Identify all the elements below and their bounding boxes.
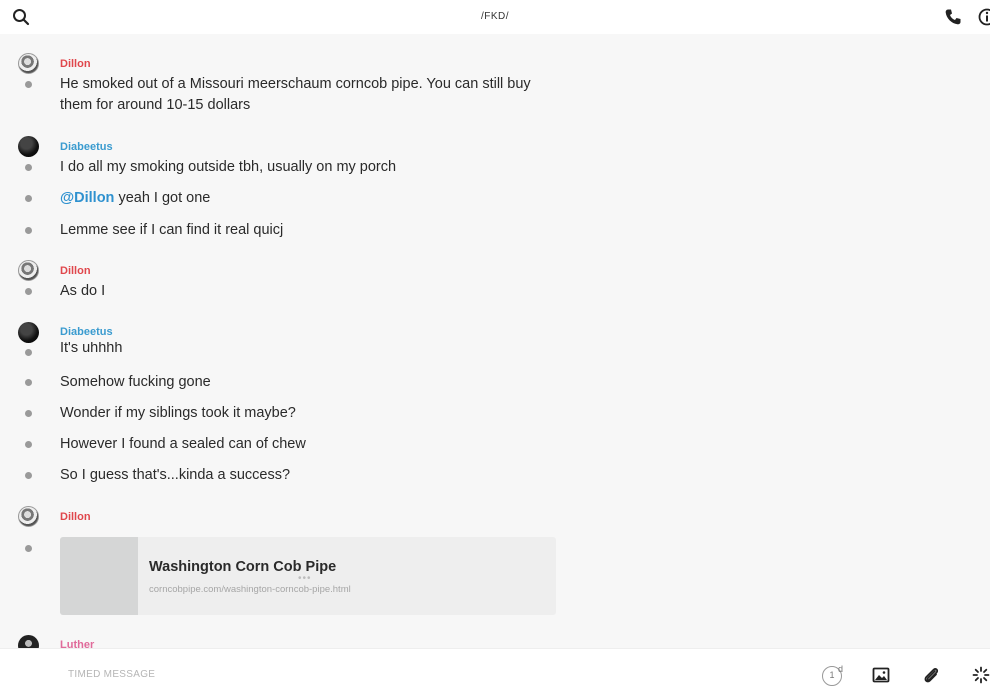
message-status-dot [25, 441, 32, 448]
message-status-dot [25, 545, 32, 552]
message-status-dot [25, 379, 32, 386]
message-status-dot [25, 288, 32, 295]
message-status-dot [25, 349, 32, 356]
avatar[interactable] [18, 260, 39, 281]
message-text[interactable]: Somehow fucking gone [60, 372, 211, 393]
conversation-title: /FKD/ [480, 11, 510, 22]
message-status-dot [25, 81, 32, 88]
message-text[interactable]: As do I [60, 281, 105, 302]
message-status-dot [25, 472, 32, 479]
message-text[interactable]: He smoked out of a Missouri meerschaum c… [60, 74, 531, 116]
sender-name[interactable]: Dillon [60, 511, 91, 523]
message-text[interactable]: However I found a sealed can of chew [60, 434, 306, 455]
message-text[interactable]: Lemme see if I can find it real quicj [60, 220, 283, 241]
sender-name[interactable]: Dillon [60, 265, 91, 277]
avatar[interactable] [18, 635, 39, 648]
avatar[interactable] [18, 136, 39, 157]
message-line: He smoked out of a Missouri meerschaum c… [60, 76, 531, 92]
sender-name[interactable]: Luther [60, 639, 94, 648]
avatar[interactable] [18, 322, 39, 343]
message-input[interactable]: TIMED MESSAGE [68, 669, 155, 680]
message-text[interactable]: @Dillon yeah I got one [60, 188, 210, 209]
loading-dots-icon: ••• [298, 573, 312, 584]
timer-unit-label: d [838, 664, 844, 674]
message-feed[interactable]: Dillon He smoked out of a Missouri meers… [0, 34, 990, 648]
message-text[interactable]: I do all my smoking outside tbh, usually… [60, 157, 396, 178]
message-text[interactable]: It's uhhhh [60, 342, 122, 356]
message-line: yeah I got one [114, 190, 211, 206]
message-text[interactable]: So I guess that's...kinda a success? [60, 465, 290, 486]
message-status-dot [25, 195, 32, 202]
link-preview-url: corncobpipe.com/washington-corncob-pipe.… [149, 584, 351, 595]
user-mention[interactable]: @Dillon [60, 190, 114, 206]
message-status-dot [25, 410, 32, 417]
link-preview-card[interactable]: Washington Corn Cob Pipe corncobpipe.com… [60, 537, 556, 615]
message-composer: TIMED MESSAGE 1 d [0, 648, 990, 700]
link-preview-thumbnail [60, 537, 138, 615]
phone-icon[interactable] [944, 8, 962, 26]
avatar[interactable] [18, 53, 39, 74]
image-icon[interactable] [872, 666, 890, 684]
paperclip-icon[interactable] [922, 665, 940, 685]
avatar[interactable] [18, 506, 39, 527]
message-status-dot [25, 164, 32, 171]
sender-name[interactable]: Diabeetus [60, 141, 113, 153]
sparkle-icon[interactable] [972, 666, 990, 684]
sender-name[interactable]: Diabeetus [60, 326, 113, 338]
message-status-dot [25, 227, 32, 234]
message-text[interactable]: Wonder if my siblings took it maybe? [60, 403, 296, 424]
sender-name[interactable]: Dillon [60, 58, 91, 70]
header-bar: /FKD/ [0, 0, 990, 34]
info-icon[interactable] [978, 8, 990, 26]
message-line: them for around 10-15 dollars [60, 97, 251, 113]
